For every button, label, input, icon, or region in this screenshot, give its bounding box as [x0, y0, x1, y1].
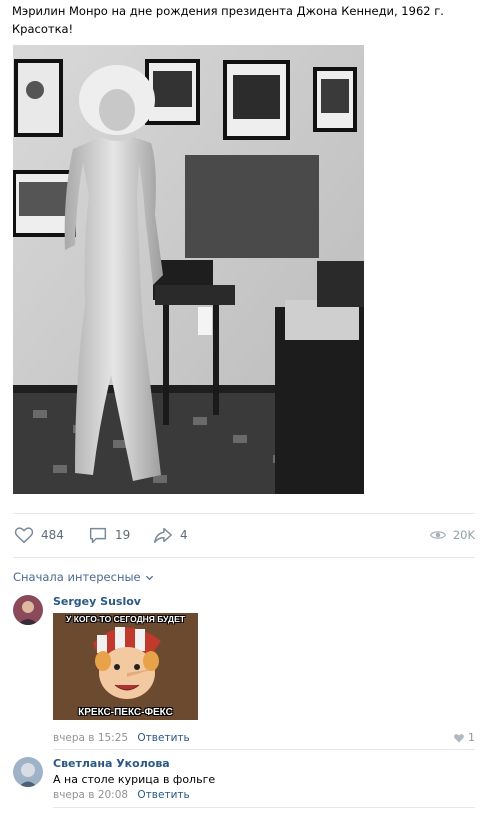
avatar-image: [13, 757, 43, 787]
avatar[interactable]: [13, 595, 43, 625]
like-button[interactable]: 484: [13, 523, 64, 547]
comment-meta: вчера в 15:25 Ответить: [53, 731, 190, 745]
heart-icon: [454, 733, 464, 742]
avatar-image: [13, 595, 43, 625]
comment-author[interactable]: Светлана Уколова: [53, 757, 473, 771]
comment-time[interactable]: вчера в 20:08: [53, 789, 128, 801]
post-text-line2: Красотка!: [12, 22, 74, 36]
views-count: 20K: [452, 528, 475, 542]
reply-button[interactable]: Ответить: [137, 732, 189, 744]
meme-top-caption: У КОГО-ТО СЕГОДНЯ БУДЕТ: [66, 614, 185, 624]
comment-item: Sergey Suslov У КОГО-ТО СЕГОДНЯ БУДЕТ КР…: [13, 595, 475, 745]
post-text: Мэрилин Монро на дне рождения президента…: [12, 2, 472, 38]
comment-icon: [89, 527, 107, 544]
share-count: 4: [180, 528, 188, 542]
comment-meme-image[interactable]: У КОГО-ТО СЕГОДНЯ БУДЕТ КРЕКС-ПЕКС-ФЕКС: [53, 613, 198, 720]
comments-sort-dropdown[interactable]: Сначала интересные: [13, 570, 154, 584]
divider-bottom: [53, 807, 475, 808]
comment-time[interactable]: вчера в 15:25: [53, 732, 128, 744]
avatar[interactable]: [13, 757, 43, 787]
divider-comment: [53, 749, 475, 750]
comment-item: Светлана Уколова А на столе курица в фол…: [13, 757, 475, 805]
like-count: 484: [41, 528, 64, 542]
comment-like-button[interactable]: 1: [453, 731, 475, 744]
chevron-down-icon: [145, 575, 153, 580]
comment-author[interactable]: Sergey Suslov: [53, 595, 473, 609]
post-photo[interactable]: [13, 45, 364, 494]
share-icon: [154, 527, 172, 544]
divider-top: [13, 513, 475, 514]
reply-button[interactable]: Ответить: [137, 789, 189, 801]
sort-label: Сначала интересные: [13, 570, 141, 584]
eye-icon: [429, 531, 446, 539]
meme-illustration: [53, 613, 198, 720]
heart-icon: [14, 527, 34, 544]
post-text-line1: Мэрилин Монро на дне рождения президента…: [12, 4, 444, 18]
meme-bottom-caption: КРЕКС-ПЕКС-ФЕКС: [78, 707, 173, 718]
comment-body: Sergey Suslov: [53, 595, 473, 609]
comment-text: А на столе курица в фольге: [53, 773, 216, 786]
views-counter: 20K: [429, 523, 475, 547]
comment-meta: вчера в 20:08 Ответить: [53, 788, 473, 802]
share-button[interactable]: 4: [152, 523, 188, 547]
comment-like-count: 1: [468, 731, 475, 744]
comment-body: Светлана Уколова А на столе курица в фол…: [53, 757, 473, 802]
comment-button[interactable]: 19: [87, 523, 130, 547]
comment-count: 19: [115, 528, 131, 542]
divider-actions: [13, 557, 475, 558]
photo-illustration: [13, 45, 364, 494]
post-actions: 484 19 4 20K: [13, 523, 475, 547]
